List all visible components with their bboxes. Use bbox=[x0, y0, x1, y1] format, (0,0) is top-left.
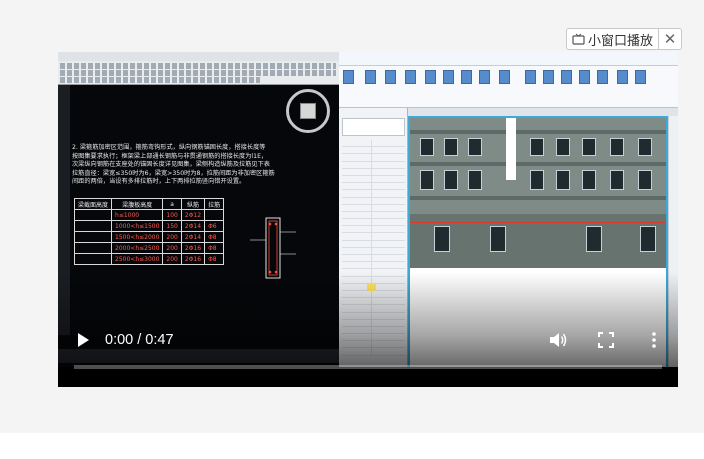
revit-ribbon-tabs bbox=[339, 52, 678, 66]
video-bottom-bar bbox=[58, 367, 678, 387]
table-header: a bbox=[162, 198, 182, 210]
table-row: 2500<h≤3000 200 2Φ16 Φ8 bbox=[73, 253, 225, 265]
fullscreen-button[interactable] bbox=[597, 331, 615, 349]
mini-window-control: 小窗口播放 ✕ bbox=[566, 28, 683, 50]
table-row: 1000<h≤1500 150 2Φ14 Φ6 bbox=[73, 220, 225, 232]
mini-window-play-button[interactable]: 小窗口播放 bbox=[567, 29, 660, 49]
cad-title-bar bbox=[58, 52, 339, 61]
volume-button[interactable] bbox=[548, 331, 568, 349]
table-row: h≤1000 100 2Φ12 bbox=[73, 209, 225, 221]
more-vertical-icon bbox=[652, 332, 656, 348]
properties-type-selector bbox=[342, 118, 405, 136]
tv-icon bbox=[572, 33, 585, 45]
building-facade bbox=[410, 118, 666, 268]
revit-view-tabs bbox=[408, 108, 678, 116]
volume-icon bbox=[550, 333, 567, 347]
cad-rebar-table: 梁截面高度 梁腹板高度 a 纵筋 拉筋 h≤1000 100 2Φ12 1000… bbox=[73, 198, 225, 265]
table-row: 1500<h≤2000 200 2Φ14 Φ8 bbox=[73, 231, 225, 243]
cad-notes-text: 2. 梁箍筋加密区范围，箍筋弯钩形式，纵向钢筋锚固长度，搭接长度等 按图集要求执… bbox=[72, 144, 275, 186]
table-header: 纵筋 bbox=[180, 198, 206, 210]
progress-bar[interactable] bbox=[74, 365, 662, 369]
table-header: 拉筋 bbox=[204, 198, 225, 210]
close-icon: ✕ bbox=[663, 30, 677, 48]
play-icon bbox=[78, 333, 89, 347]
play-button[interactable] bbox=[75, 331, 91, 349]
time-display: 0:00 / 0:47 bbox=[105, 332, 174, 348]
table-header: 梁截面高度 bbox=[73, 198, 113, 210]
table-header: 梁腹板高度 bbox=[111, 198, 164, 210]
table-row: 2000<h≤2500 200 2Φ16 Φ8 bbox=[73, 242, 225, 254]
fullscreen-icon bbox=[598, 332, 614, 348]
more-options-button[interactable] bbox=[647, 331, 661, 349]
view-cube-icon bbox=[286, 89, 330, 133]
video-player[interactable]: 2. 梁箍筋加密区范围，箍筋弯钩形式，纵向钢筋锚固长度，搭接长度等 按图集要求执… bbox=[58, 52, 678, 387]
page-footer-area bbox=[0, 433, 704, 459]
close-button[interactable]: ✕ bbox=[659, 29, 681, 49]
revit-ribbon bbox=[339, 66, 678, 108]
cad-toolbar bbox=[58, 61, 339, 85]
mini-window-play-label: 小窗口播放 bbox=[588, 33, 654, 49]
